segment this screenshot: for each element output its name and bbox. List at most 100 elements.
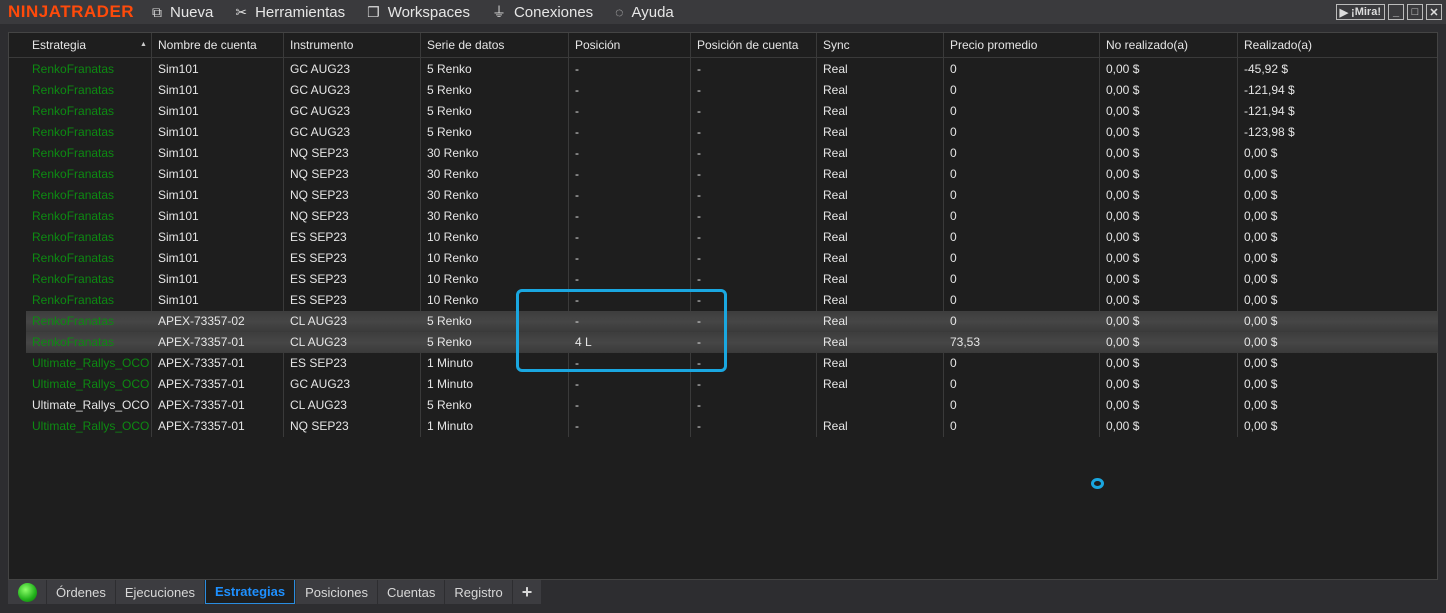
cell-precio-promedio: 0 [950,125,957,139]
cell-serie-de-datos: 1 Minuto [427,377,474,391]
table-row[interactable]: RenkoFranatas Sim101 GC AUG23 5 Renko - - Real… [9,59,1437,80]
tab-órdenes[interactable]: Órdenes [47,580,115,604]
cell-posici-n: - [575,62,579,76]
table-row[interactable]: RenkoFranatas Sim101 NQ SEP23 30 Renko - - Rea… [9,143,1437,164]
cell-sync: Real [823,125,848,139]
tab-ejecuciones[interactable]: Ejecuciones [115,580,204,604]
table-row[interactable]: RenkoFranatas Sim101 GC AUG23 5 Renko - - Real… [9,122,1437,143]
cell-instrumento: GC AUG23 [290,83,351,97]
cell-realizado-a-: 0,00 $ [1244,314,1278,328]
cell-precio-promedio: 0 [950,167,957,181]
cell-no-realizado-a-: 0,00 $ [1106,188,1140,202]
cell-sync: Real [823,377,848,391]
cell-precio-promedio: 0 [950,188,957,202]
cell-no-realizado-a-: 0,00 $ [1106,377,1140,391]
cell-realizado-a-: 0,00 $ [1244,377,1278,391]
close-button[interactable]: ✕ [1426,4,1442,20]
cell-realizado-a-: -45,92 $ [1244,62,1289,76]
cell-instrumento: NQ SEP23 [290,188,349,202]
menu-ayuda[interactable]: ◌ Ayuda [615,2,674,22]
cell-no-realizado-a-: 0,00 $ [1106,167,1140,181]
menu-nueva[interactable]: ⧉ Nueva [152,2,213,22]
cell-realizado-a-: 0,00 $ [1244,188,1278,202]
tab-cuentas[interactable]: Cuentas [377,580,445,604]
cell-instrumento: ES SEP23 [290,230,347,244]
table-row[interactable]: RenkoFranatas Sim101 NQ SEP23 30 Renko - - Rea… [9,206,1437,227]
cell-serie-de-datos: 10 Renko [427,272,479,286]
cell-serie-de-datos: 5 Renko [427,104,472,118]
cell-sync: Real [823,167,848,181]
column-header-9[interactable]: Realizado(a) [1238,33,1438,58]
table-row[interactable]: RenkoFranatas Sim101 NQ SEP23 30 Renko - - Rea… [9,185,1437,206]
table-row[interactable]: RenkoFranatas Sim101 ES SEP23 10 Renko - - Rea… [9,227,1437,248]
table-row[interactable]: Ultimate_Rallys_OCO APEX-73357-01 CL AUG23… [9,395,1437,416]
table-row[interactable]: Ultimate_Rallys_OCO APEX-73357-01 NQ SEP23… [9,416,1437,437]
column-header-7[interactable]: Precio promedio [944,33,1100,58]
table-row[interactable]: Ultimate_Rallys_OCO APEX-73357-01 GC AUG23… [9,374,1437,395]
cell-precio-promedio: 0 [950,104,957,118]
cell-nombre-de-cuenta: Sim101 [158,209,199,223]
menu-herramientas[interactable]: ✂ Herramientas [235,2,345,22]
cell-no-realizado-a-: 0,00 $ [1106,419,1140,433]
ninjatrader-logo[interactable]: NINJATRADER [8,2,152,22]
cell-instrumento: ES SEP23 [290,272,347,286]
column-header-2[interactable]: Instrumento [284,33,421,58]
cell-posici-n: - [575,419,579,433]
cell-sync [817,395,944,416]
menu-workspaces[interactable]: ❐ Workspaces [367,2,470,22]
cell-sync: Real [823,335,848,349]
cell-no-realizado-a-: 0,00 $ [1106,356,1140,370]
table-row[interactable]: RenkoFranatas APEX-73357-01 CL AUG23 5 Renk… [26,332,1438,353]
column-header-8[interactable]: No realizado(a) [1100,33,1238,58]
cell-realizado-a-: -121,94 $ [1244,83,1295,97]
table-row[interactable]: RenkoFranatas Sim101 ES SEP23 10 Renko - - Rea… [9,269,1437,290]
add-tab-button[interactable]: + [512,580,542,604]
column-header-1[interactable]: Nombre de cuenta [152,33,284,58]
column-header-0[interactable]: Estrategia [26,33,152,58]
cursor-marker [1091,478,1104,489]
cell-realizado-a-: 0,00 $ [1244,230,1278,244]
cell-sync: Real [823,419,848,433]
table-row[interactable]: RenkoFranatas Sim101 GC AUG23 5 Renko - - Real… [9,80,1437,101]
cell-sync: Real [823,314,848,328]
cell-no-realizado-a-: 0,00 $ [1106,62,1140,76]
tab-registro[interactable]: Registro [445,580,512,604]
cell-sync: Real [823,62,848,76]
table-row[interactable]: RenkoFranatas Sim101 NQ SEP23 30 Renko - - Rea… [9,164,1437,185]
cell-estrategia: RenkoFranatas [32,251,115,265]
new-window-icon: ⧉ [152,3,162,20]
sort-ascending-icon: ▲ [140,41,147,48]
cell-no-realizado-a-: 0,00 $ [1106,398,1140,412]
cell-realizado-a-: 0,00 $ [1244,398,1278,412]
mira-button[interactable]: ▶ ¡Mira! [1335,4,1385,20]
cell-serie-de-datos: 30 Renko [427,146,479,160]
menu-conexiones[interactable]: ⏚ Conexiones [492,2,593,22]
cell-nombre-de-cuenta: Sim101 [158,188,199,202]
column-header-3[interactable]: Serie de datos [421,33,569,58]
maximize-button[interactable]: □ [1407,4,1423,20]
cell-serie-de-datos: 10 Renko [427,230,479,244]
cell-estrategia: RenkoFranatas [32,104,115,118]
cell-instrumento: ES SEP23 [290,251,347,265]
cell-sync: Real [823,188,848,202]
menu-bar: NINJATRADER ⧉ Nueva ✂ Herramientas ❐ Workspac… [0,0,1446,24]
tab-posiciones[interactable]: Posiciones [296,580,377,604]
cell-estrategia: RenkoFranatas [32,167,115,181]
table-row[interactable]: RenkoFranatas Sim101 ES SEP23 10 Renko - - Rea… [9,248,1437,269]
table-row[interactable]: RenkoFranatas APEX-73357-02 CL AUG23 5 Renk… [26,311,1438,332]
cell-estrategia: Ultimate_Rallys_OCO [32,356,150,370]
column-header-4[interactable]: Posición [569,33,691,58]
cell-estrategia: RenkoFranatas [32,209,115,223]
cell-instrumento: ES SEP23 [290,356,347,370]
table-row[interactable]: RenkoFranatas Sim101 GC AUG23 5 Renko - - Real… [9,101,1437,122]
column-header-5[interactable]: Posición de cuenta [691,33,817,58]
menu-label: Nueva [170,3,214,21]
tab-estrategias[interactable]: Estrategias [204,580,296,604]
column-header-6[interactable]: Sync [817,33,944,58]
cell-posici-n: - [575,125,579,139]
minimize-button[interactable]: _ [1388,4,1404,20]
cell-posici-n: - [575,209,579,223]
cell-instrumento: ES SEP23 [290,293,347,307]
highlight-annotation [516,289,727,372]
cell-realizado-a-: 0,00 $ [1244,419,1278,433]
